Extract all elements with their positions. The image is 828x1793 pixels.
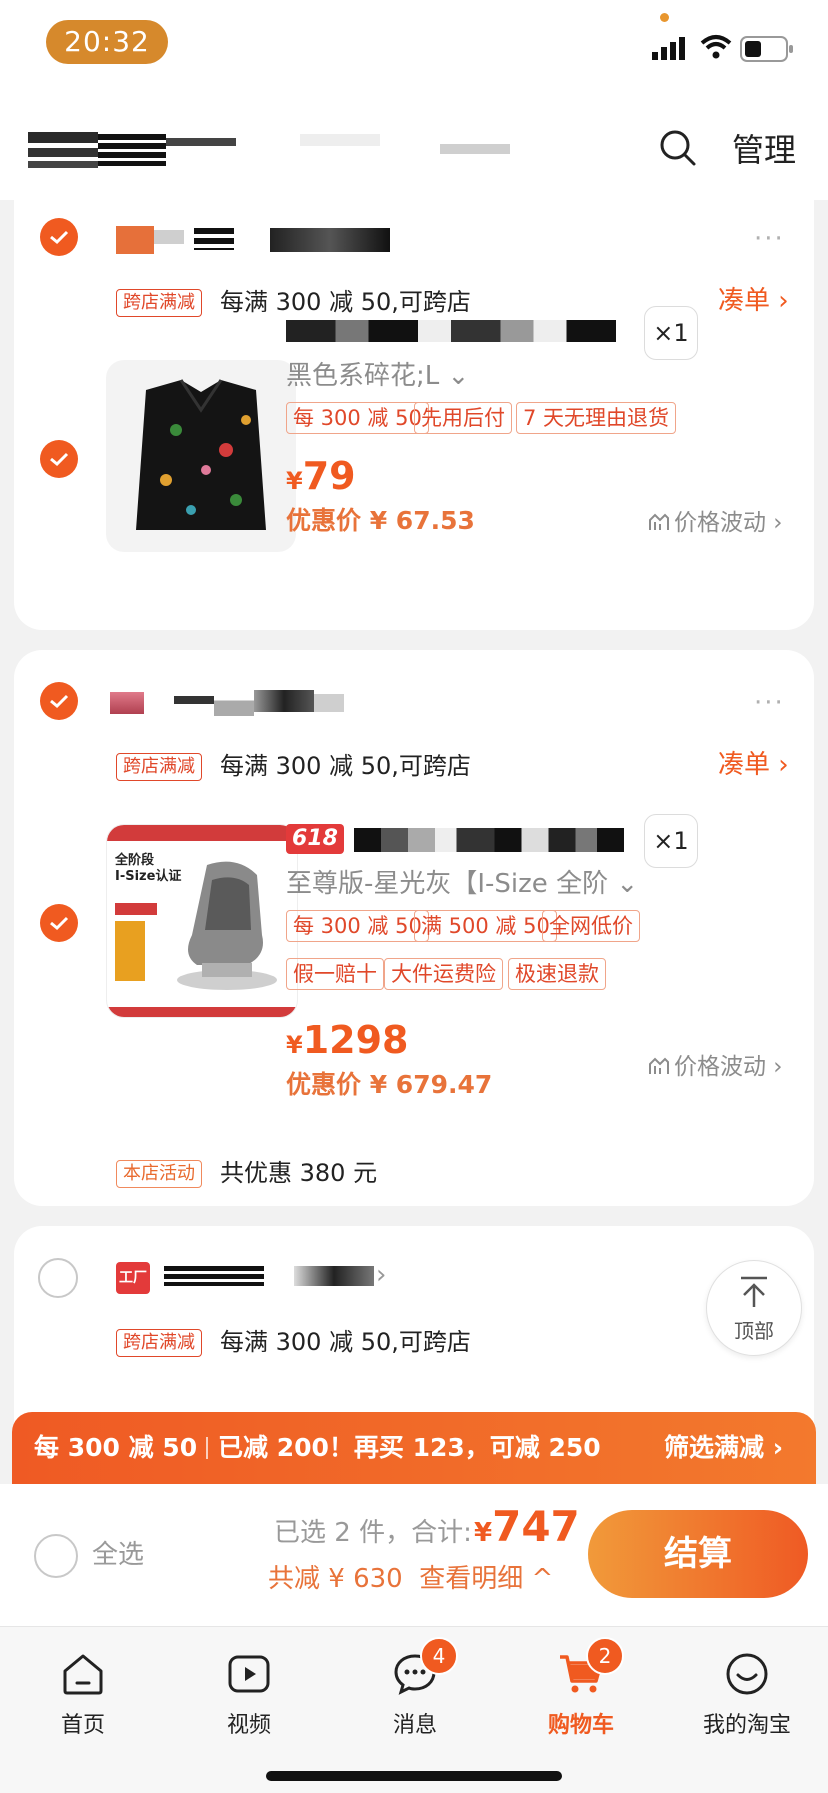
store-1-more-icon[interactable]: ··· <box>754 224 785 254</box>
item-2-price-wave-link[interactable]: 价格波动 › <box>674 1052 783 1082</box>
store-2-promo-tag: 跨店满减 <box>116 753 202 781</box>
item-2-price-symbol: ¥ <box>286 1031 303 1059</box>
wifi-icon <box>700 35 732 59</box>
promo-banner-divider <box>206 1437 208 1459</box>
item-2-tag-1: 每 300 减 50 <box>286 910 429 942</box>
store-3-checkbox[interactable] <box>38 1258 78 1298</box>
item-2-deal-price: 优惠价 ¥ 679.47 <box>286 1070 493 1099</box>
item-1-tag-3: 7 天无理由退货 <box>516 402 677 434</box>
item-1-price-wave-link[interactable]: 价格波动 › <box>674 508 783 538</box>
store-2-checkbox[interactable] <box>40 682 78 720</box>
price-trend-icon <box>649 1057 669 1074</box>
arrow-up-icon <box>741 1276 767 1307</box>
item-2-price: ¥1298 <box>286 1018 408 1062</box>
item-1-checkbox[interactable] <box>40 440 78 478</box>
store-1-add-items-link[interactable]: 凑单 › <box>718 286 789 316</box>
total-price-symbol: ¥ <box>474 1518 493 1548</box>
tab-home-label: 首页 <box>60 1713 105 1738</box>
tab-messages-label: 消息 <box>392 1713 437 1738</box>
store-2-more-icon[interactable]: ··· <box>754 688 785 718</box>
select-all-checkbox[interactable] <box>34 1534 78 1578</box>
item-1-price-value: 79 <box>302 454 356 498</box>
total-price-value: 747 <box>492 1502 580 1551</box>
item-2-tag-2: 满 500 减 50 <box>414 910 557 942</box>
tab-home[interactable]: 首页 <box>0 1627 166 1747</box>
battery-icon <box>740 36 793 62</box>
selected-total-label: 已选 2 件，合计: <box>274 1518 472 1548</box>
checkout-button[interactable]: 结算 <box>588 1510 808 1598</box>
item-2-tag-5: 大件运费险 <box>384 958 503 990</box>
promo-banner-middle: 已减 200！再买 123，可减 250 <box>218 1433 601 1462</box>
car-seat-bottom-bar <box>107 1007 297 1017</box>
tab-video[interactable]: 视频 <box>166 1627 332 1747</box>
home-icon <box>63 1654 103 1695</box>
store-3-chevron-icon[interactable]: › <box>376 1260 386 1290</box>
store-1-promo-tag: 跨店满减 <box>116 289 202 317</box>
manage-button[interactable]: 管理 <box>732 130 796 170</box>
store-2-activity-text: 共优惠 380 元 <box>220 1159 378 1187</box>
item-2-badge-618: 618 <box>286 824 344 854</box>
tab-bar: 首页 视频 4 消息 2 购物车 我的淘宝 <box>0 1626 828 1793</box>
filter-promo-link[interactable]: 筛选满减 › <box>664 1432 783 1464</box>
item-1-price-symbol: ¥ <box>286 467 303 495</box>
item-1-qty[interactable]: ×1 <box>644 306 698 360</box>
tab-cart[interactable]: 2 购物车 <box>498 1627 664 1747</box>
select-all-label[interactable]: 全选 <box>92 1538 144 1572</box>
store-3-promo-text: 每满 300 减 50,可跨店 <box>220 1328 471 1356</box>
back-to-top-button[interactable]: 顶部 <box>706 1260 802 1356</box>
promo-banner-left: 每 300 减 50 <box>34 1433 198 1462</box>
item-2-checkbox[interactable] <box>40 904 78 942</box>
item-2-tag-4: 假一赔十 <box>286 958 384 990</box>
total-price: ¥747 <box>474 1502 580 1551</box>
store-2-activity-tag: 本店活动 <box>116 1160 202 1188</box>
item-1-tag-2: 先用后付 <box>414 402 512 434</box>
cross-store-promo-banner[interactable]: 每 300 减 50 已减 200！再买 123，可减 250 筛选满减 › <box>12 1412 816 1484</box>
orange-dot-indicator <box>660 13 669 22</box>
store-3-factory-icon: 工厂 <box>116 1262 150 1294</box>
search-icon[interactable] <box>658 128 698 168</box>
store-2-add-items-link[interactable]: 凑单 › <box>718 750 789 780</box>
back-to-top-label: 顶部 <box>734 1319 774 1343</box>
price-trend-icon <box>649 513 669 530</box>
item-2-price-value: 1298 <box>302 1018 409 1062</box>
item-1-deal-price: 优惠价 ¥ 67.53 <box>286 506 475 535</box>
item-1-image[interactable] <box>106 360 296 552</box>
video-icon <box>228 1655 270 1693</box>
item-1-price: ¥79 <box>286 454 356 498</box>
store-card-1: ··· 跨店满减 每满 300 减 50,可跨店 凑单 › ×1 黑色系碎花;L… <box>14 200 814 630</box>
car-seat-image <box>177 861 277 990</box>
profile-smile-icon <box>726 1653 768 1695</box>
item-1-tag-1: 每 300 减 50 <box>286 402 429 434</box>
tab-messages[interactable]: 4 消息 <box>332 1627 498 1747</box>
status-bar: 20:32 <box>0 0 828 100</box>
tab-my-taobao[interactable]: 我的淘宝 <box>664 1627 828 1747</box>
item-2-image[interactable]: 全阶段 I-Size认证 <box>106 824 298 1018</box>
item-2-variant-selector[interactable]: 至尊版-星光灰【I-Size 全阶 ⌄ <box>286 868 638 900</box>
store-1-checkbox[interactable] <box>40 218 78 256</box>
shirt-image <box>136 379 266 530</box>
car-seat-banner <box>107 825 297 841</box>
item-1-variant-selector[interactable]: 黑色系碎花;L ⌄ <box>286 360 469 392</box>
tab-cart-label: 购物车 <box>547 1713 614 1738</box>
car-seat-badge <box>115 903 157 915</box>
tab-my-taobao-label: 我的淘宝 <box>702 1713 791 1738</box>
status-time: 20:32 <box>46 20 168 64</box>
cart-badge: 2 <box>586 1637 624 1675</box>
messages-badge: 4 <box>420 1637 458 1675</box>
item-2-tag-6: 极速退款 <box>508 958 606 990</box>
item-2-qty[interactable]: ×1 <box>644 814 698 868</box>
store-1-promo-text: 每满 300 减 50,可跨店 <box>220 288 471 316</box>
car-seat-badge-2 <box>115 921 145 981</box>
view-discount-details[interactable]: 共减 ¥ 630 查看明细 ^ <box>268 1562 553 1596</box>
item-2-tag-3: 全网低价 <box>542 910 640 942</box>
store-2-promo-text: 每满 300 减 50,可跨店 <box>220 752 471 780</box>
store-card-2: ··· 跨店满减 每满 300 减 50,可跨店 凑单 › 全阶段 I-Size… <box>14 650 814 1206</box>
home-indicator <box>266 1771 562 1781</box>
checkout-bar: 全选 已选 2 件，合计: ¥747 共减 ¥ 630 查看明细 ^ 结算 <box>0 1484 828 1626</box>
signal-icon <box>652 37 685 60</box>
store-3-promo-tag: 跨店满减 <box>116 1329 202 1357</box>
header: 管理 <box>0 100 828 200</box>
tab-video-label: 视频 <box>226 1713 271 1738</box>
